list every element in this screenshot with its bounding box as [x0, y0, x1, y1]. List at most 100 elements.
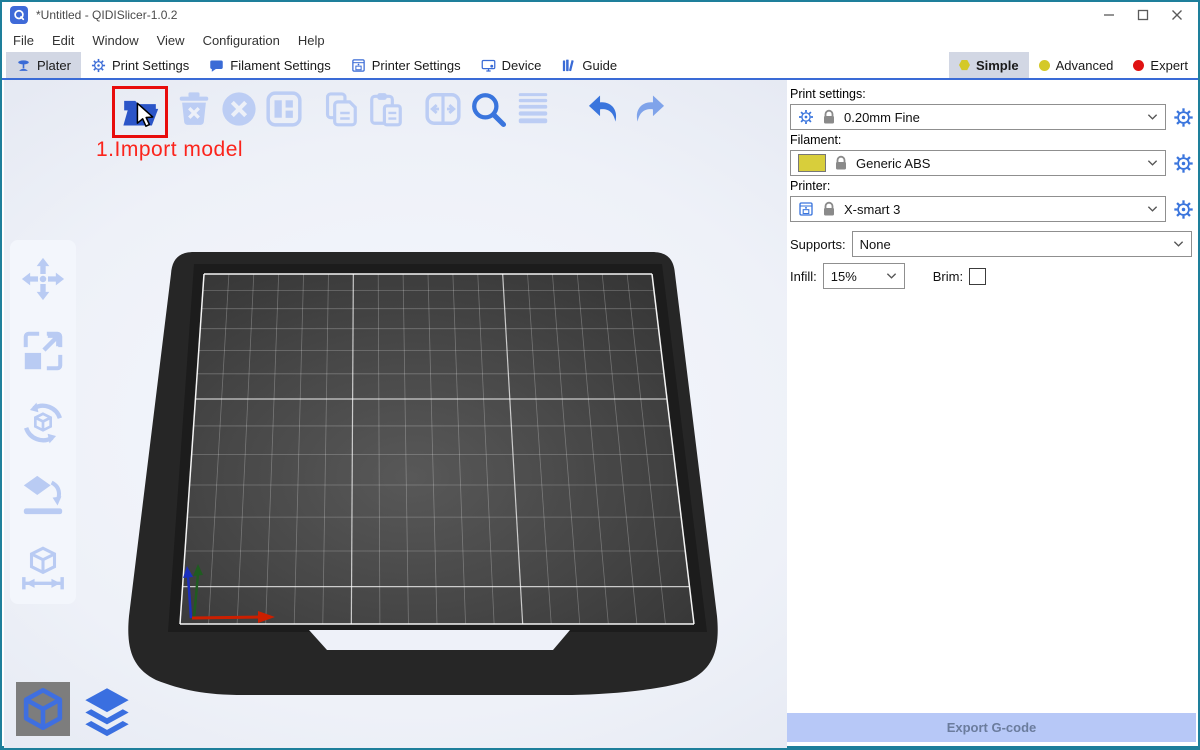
settings-sidebar: Print settings: 0.20mm Fine Filament: Ge…: [787, 80, 1196, 742]
edit-printer-button[interactable]: [1173, 199, 1194, 220]
mode-label: Expert: [1150, 58, 1188, 73]
printer-icon: [798, 201, 814, 217]
lock-icon: [821, 201, 837, 217]
measure-icon[interactable]: [20, 544, 66, 590]
tab-label: Plater: [37, 58, 71, 73]
advanced-mode-dot-icon: [1039, 60, 1050, 71]
device-icon: [481, 58, 496, 73]
import-highlight-box: [112, 86, 168, 138]
import-annotation: 1.Import model: [96, 138, 243, 162]
printer-select[interactable]: X-smart 3: [790, 196, 1166, 222]
infill-label: Infill:: [790, 269, 817, 284]
simple-mode-dot-icon: [959, 60, 970, 71]
close-button[interactable]: [1160, 2, 1194, 28]
brim-checkbox[interactable]: [969, 268, 986, 285]
preview-icon[interactable]: [78, 682, 136, 740]
gear-icon: [798, 109, 814, 125]
search-icon[interactable]: [469, 90, 507, 128]
variable-layer-height-icon[interactable]: [514, 90, 552, 128]
menu-file[interactable]: File: [4, 28, 43, 52]
mode-advanced[interactable]: Advanced: [1029, 52, 1124, 78]
tab-filament-settings[interactable]: Filament Settings: [199, 52, 340, 78]
menu-configuration[interactable]: Configuration: [194, 28, 289, 52]
arrange-icon[interactable]: [265, 90, 303, 128]
filament-select[interactable]: Generic ABS: [790, 150, 1166, 176]
tab-printer-settings[interactable]: Printer Settings: [341, 52, 471, 78]
filament-color-swatch: [798, 154, 826, 172]
chevron-down-icon: [1147, 205, 1158, 213]
guide-icon: [561, 58, 576, 73]
mode-simple[interactable]: Simple: [949, 52, 1029, 78]
expert-mode-dot-icon: [1133, 60, 1144, 71]
lock-icon: [821, 109, 837, 125]
edit-print-settings-button[interactable]: [1173, 107, 1194, 128]
3d-viewport[interactable]: 1.Import model: [4, 80, 787, 748]
delete-icon[interactable]: [175, 90, 213, 128]
lock-icon: [833, 155, 849, 171]
tab-guide[interactable]: Guide: [551, 52, 627, 78]
paste-icon[interactable]: [367, 90, 405, 128]
app-window: *Untitled - QIDISlicer-1.0.2 File Edit W…: [0, 0, 1200, 750]
title-bar: *Untitled - QIDISlicer-1.0.2: [2, 2, 1198, 28]
mode-switcher: Simple Advanced Expert: [949, 52, 1198, 78]
tab-print-settings[interactable]: Print Settings: [81, 52, 199, 78]
place-on-face-icon[interactable]: [20, 472, 66, 518]
tab-label: Device: [502, 58, 542, 73]
split-icon[interactable]: [424, 90, 462, 128]
scale-icon[interactable]: [20, 328, 66, 374]
3d-editor-view-icon[interactable]: [16, 682, 70, 736]
filament-icon: [209, 58, 224, 73]
menu-help[interactable]: Help: [289, 28, 334, 52]
supports-label: Supports:: [790, 237, 846, 252]
tab-device[interactable]: Device: [471, 52, 552, 78]
tab-label: Filament Settings: [230, 58, 330, 73]
tab-label: Guide: [582, 58, 617, 73]
mode-label: Advanced: [1056, 58, 1114, 73]
tab-label: Print Settings: [112, 58, 189, 73]
chevron-down-icon: [1147, 159, 1158, 167]
object-manipulation-toolbar: [10, 240, 76, 604]
export-gcode-button[interactable]: Export G-code: [787, 713, 1196, 742]
tab-label: Printer Settings: [372, 58, 461, 73]
menu-bar: File Edit Window View Configuration Help: [2, 28, 1198, 52]
supports-select[interactable]: None: [852, 231, 1192, 257]
brim-label: Brim:: [933, 269, 963, 284]
printer-value: X-smart 3: [844, 202, 1140, 217]
mode-label: Simple: [976, 58, 1019, 73]
menu-edit[interactable]: Edit: [43, 28, 83, 52]
rotate-icon[interactable]: [20, 400, 66, 446]
filament-label: Filament:: [790, 133, 1194, 147]
print-settings-value: 0.20mm Fine: [844, 110, 1140, 125]
minimize-button[interactable]: [1092, 2, 1126, 28]
tab-plater[interactable]: Plater: [6, 52, 81, 78]
view-toolbar: [16, 682, 136, 740]
delete-all-icon[interactable]: [220, 90, 258, 128]
print-bed: [4, 80, 787, 748]
infill-select[interactable]: 15%: [823, 263, 905, 289]
redo-icon[interactable]: [630, 90, 668, 128]
tab-bar: Plater Print Settings Filament Settings …: [2, 52, 1198, 80]
copy-icon[interactable]: [322, 90, 360, 128]
gear-icon: [91, 58, 106, 73]
menu-view[interactable]: View: [148, 28, 194, 52]
plater-toolbar: [112, 86, 675, 138]
undo-icon[interactable]: [585, 90, 623, 128]
print-settings-select[interactable]: 0.20mm Fine: [790, 104, 1166, 130]
chevron-down-icon: [1173, 240, 1184, 248]
move-icon[interactable]: [20, 256, 66, 302]
menu-window[interactable]: Window: [83, 28, 147, 52]
edit-filament-button[interactable]: [1173, 153, 1194, 174]
window-title: *Untitled - QIDISlicer-1.0.2: [36, 8, 177, 22]
mode-expert[interactable]: Expert: [1123, 52, 1198, 78]
app-logo-icon: [10, 6, 28, 24]
filament-value: Generic ABS: [856, 156, 1140, 171]
chevron-down-icon: [886, 272, 897, 280]
plater-icon: [16, 58, 31, 73]
print-settings-label: Print settings:: [790, 87, 1194, 101]
infill-value: 15%: [831, 269, 879, 284]
printer-label: Printer:: [790, 179, 1194, 193]
chevron-down-icon: [1147, 113, 1158, 121]
supports-value: None: [860, 237, 1166, 252]
maximize-button[interactable]: [1126, 2, 1160, 28]
printer-icon: [351, 58, 366, 73]
